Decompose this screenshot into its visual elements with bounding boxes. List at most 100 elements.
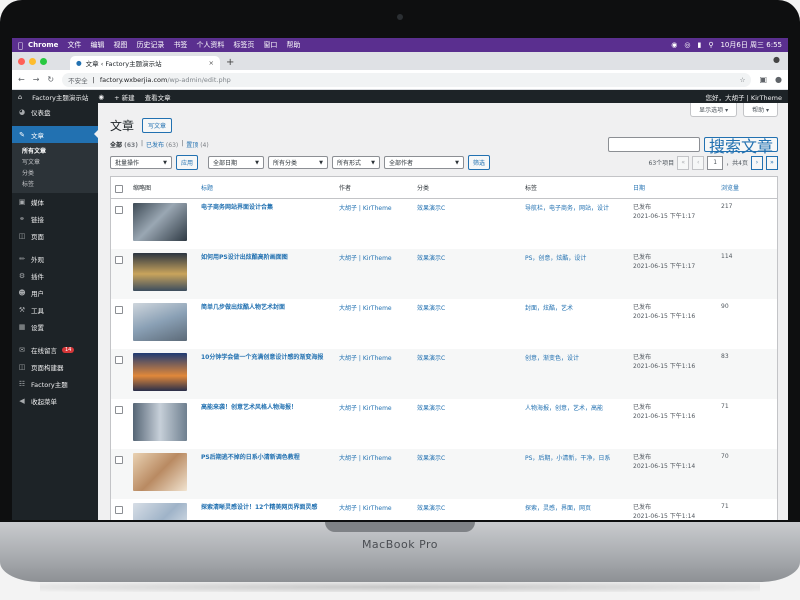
filter-button[interactable]: 筛选	[468, 155, 491, 170]
current-page-input[interactable]: 1	[707, 155, 724, 170]
browser-tab-active[interactable]: ● 文章 ‹ Factory主题演示站 ×	[70, 56, 220, 70]
post-category[interactable]: 效果演示C	[413, 449, 521, 499]
post-thumbnail[interactable]	[133, 253, 187, 291]
format-filter-select[interactable]: 所有形式 ▼	[332, 156, 381, 169]
insecure-label[interactable]: 不安全	[68, 75, 88, 85]
post-tags[interactable]: 封面，炫酷，艺术	[521, 299, 629, 349]
post-title-link[interactable]: 高能来袭！创意艺术风格人物海报！	[201, 403, 331, 413]
post-category[interactable]: 效果演示C	[413, 199, 521, 250]
window-zoom-button[interactable]	[40, 58, 47, 65]
post-thumbnail[interactable]	[133, 303, 187, 341]
apple-icon[interactable]: 	[18, 41, 28, 50]
post-author[interactable]: 大胡子 | KirTheme	[335, 349, 413, 399]
sidebar-item-users[interactable]: ☻ 用户	[12, 284, 98, 301]
menu-profiles[interactable]: 个人资料	[196, 40, 224, 50]
admin-view-posts[interactable]: 查看文章	[145, 92, 171, 102]
post-title-link[interactable]: 探索清晰灵感设计！12个精美网页界面灵感	[201, 503, 331, 513]
post-category[interactable]: 效果演示C	[413, 499, 521, 520]
view-sticky[interactable]: 置顶 (4)	[186, 140, 208, 149]
menu-app-name[interactable]: Chrome	[28, 41, 58, 49]
select-all-checkbox[interactable]	[115, 185, 123, 193]
menubar-clock[interactable]: 10月6日 周三 6:55	[720, 40, 782, 50]
menu-help[interactable]: 帮助	[286, 40, 300, 50]
help-button[interactable]: 帮助 ▾	[743, 103, 778, 117]
row-checkbox[interactable]	[115, 406, 123, 414]
sidebar-item-builder[interactable]: ◫ 页面构建器	[12, 358, 98, 375]
post-title-link[interactable]: 电子商务网站界面设计合集	[201, 203, 331, 213]
col-views[interactable]: 浏览量	[717, 176, 778, 199]
new-tab-button[interactable]: +	[226, 56, 234, 70]
post-author[interactable]: 大胡子 | KirTheme	[335, 249, 413, 299]
submenu-tags[interactable]: 标签	[12, 179, 98, 190]
post-author[interactable]: 大胡子 | KirTheme	[335, 399, 413, 449]
menu-bookmarks[interactable]: 书签	[173, 40, 187, 50]
menu-tabs[interactable]: 标签页	[233, 40, 254, 50]
sidebar-item-collapse[interactable]: ◀ 收起菜单	[12, 392, 98, 409]
home-icon[interactable]: ⌂	[18, 93, 22, 101]
post-search-input[interactable]	[607, 137, 700, 152]
post-tags[interactable]: 探索，灵感，界面，网页	[521, 499, 629, 520]
post-author[interactable]: 大胡子 | KirTheme	[335, 499, 413, 520]
category-filter-select[interactable]: 所有分类 ▼	[268, 156, 329, 169]
menu-file[interactable]: 文件	[67, 40, 81, 50]
row-checkbox[interactable]	[115, 356, 123, 364]
forward-icon[interactable]: →	[33, 75, 40, 84]
comment-icon[interactable]: ◉	[98, 93, 104, 101]
sidebar-item-appearance[interactable]: ✏ 外观	[12, 250, 98, 267]
post-category[interactable]: 效果演示C	[413, 249, 521, 299]
reload-icon[interactable]: ↻	[47, 75, 54, 84]
post-tags[interactable]: 导航栏，电子商务，网站，设计	[521, 199, 629, 250]
post-thumbnail[interactable]	[133, 503, 187, 520]
sidebar-item-media[interactable]: ▣ 媒体	[12, 193, 98, 210]
row-checkbox[interactable]	[115, 506, 123, 514]
sidebar-item-links[interactable]: ⚭ 链接	[12, 210, 98, 227]
row-checkbox[interactable]	[115, 306, 123, 314]
post-tags[interactable]: PS，后期，小清新，干净，日系	[521, 449, 629, 499]
author-filter-select[interactable]: 全部作者 ▼	[384, 156, 465, 169]
post-title-link[interactable]: 简单几步做出炫酷人物艺术封面	[201, 303, 331, 313]
col-title[interactable]: 标题	[197, 176, 335, 199]
add-new-post-button[interactable]: 写文章	[142, 118, 173, 133]
view-published[interactable]: 已发布 (63)	[146, 140, 178, 149]
admin-new[interactable]: + 新建	[114, 92, 135, 102]
post-thumbnail[interactable]	[133, 353, 187, 391]
bulk-actions-select[interactable]: 批量操作 ▼	[110, 156, 172, 169]
sidebar-item-pages[interactable]: ◫ 页面	[12, 227, 98, 244]
submenu-add-post[interactable]: 写文章	[12, 157, 98, 168]
sidebar-item-plugins[interactable]: ⚙ 插件	[12, 267, 98, 284]
battery-icon[interactable]: ▮	[697, 41, 701, 49]
last-page-button[interactable]: »	[766, 155, 778, 170]
submenu-categories[interactable]: 分类	[12, 168, 98, 179]
sidebar-item-dashboard[interactable]: ◕ 仪表盘	[12, 103, 98, 120]
menu-history[interactable]: 历史记录	[136, 40, 164, 50]
sidebar-item-messages[interactable]: ✉ 在线留言 14	[12, 341, 98, 358]
post-author[interactable]: 大胡子 | KirTheme	[335, 199, 413, 250]
post-title-link[interactable]: PS后期逃不掉的日系小清新调色教程	[201, 453, 331, 463]
post-thumbnail[interactable]	[133, 203, 187, 241]
submenu-all-posts[interactable]: 所有文章	[12, 146, 98, 157]
search-posts-button[interactable]: 搜索文章	[703, 137, 778, 156]
menu-view[interactable]: 视图	[113, 40, 127, 50]
extensions-icon[interactable]: ▣	[759, 75, 767, 84]
row-checkbox[interactable]	[115, 206, 123, 214]
wifi-icon[interactable]: ◎	[684, 41, 690, 49]
wechat-icon[interactable]: ◉	[671, 41, 677, 49]
close-tab-icon[interactable]: ×	[209, 59, 214, 67]
menu-window[interactable]: 窗口	[263, 40, 277, 50]
post-category[interactable]: 效果演示C	[413, 349, 521, 399]
post-title-link[interactable]: 10分钟学会做一个充满创意设计感的渐变海报	[201, 353, 331, 363]
apply-button[interactable]: 应用	[176, 155, 199, 170]
post-author[interactable]: 大胡子 | KirTheme	[335, 449, 413, 499]
sidebar-item-theme[interactable]: ☷ Factory主题	[12, 375, 98, 392]
post-thumbnail[interactable]	[133, 403, 187, 441]
post-tags[interactable]: 人物海报，创意，艺术，高能	[521, 399, 629, 449]
profile-icon[interactable]: ●	[775, 75, 782, 84]
post-title-link[interactable]: 如何用PS设计出炫酷高阶画面图	[201, 253, 331, 263]
bookmark-star-icon[interactable]: ☆	[740, 76, 746, 84]
col-date[interactable]: 日期	[629, 176, 717, 199]
address-bar[interactable]: 不安全 | factory.wxberjia.com/wp-admin/edit…	[62, 72, 752, 87]
back-icon[interactable]: ←	[18, 75, 25, 84]
view-all[interactable]: 全部 (63)	[110, 140, 138, 149]
sidebar-item-tools[interactable]: ⚒ 工具	[12, 301, 98, 318]
date-filter-select[interactable]: 全部日期 ▼	[208, 156, 265, 169]
